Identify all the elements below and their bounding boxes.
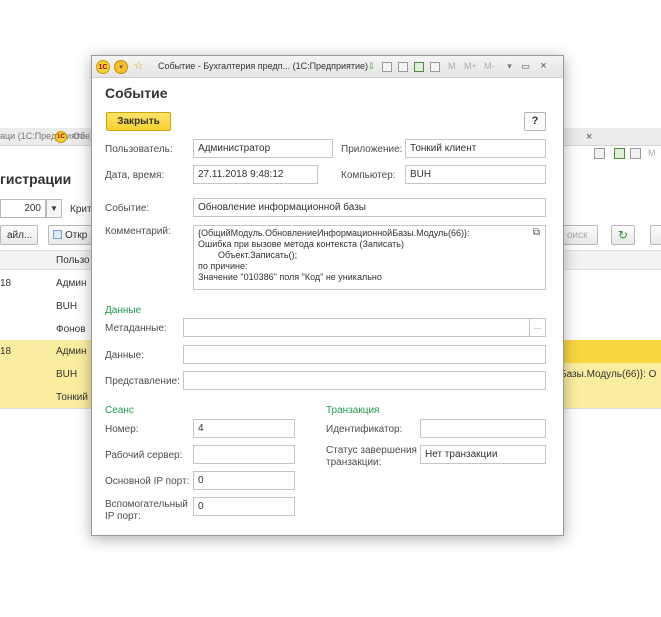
representation-label: Представление: bbox=[105, 376, 180, 387]
data-field[interactable] bbox=[183, 345, 546, 364]
comment-line: Объект.Записать(); bbox=[198, 250, 298, 260]
transaction-id-label: Идентификатор: bbox=[326, 424, 403, 435]
event-label: Событие: bbox=[105, 203, 150, 214]
aux-port-field[interactable]: 0 bbox=[193, 497, 295, 516]
star-icon[interactable]: ☆ bbox=[133, 60, 144, 73]
row-user: BUH bbox=[56, 301, 78, 312]
transaction-status-label-2: транзакции: bbox=[326, 457, 382, 468]
expand-icon[interactable]: ⧉ bbox=[529, 226, 544, 240]
memory-icon[interactable]: M bbox=[648, 148, 656, 158]
memory-minus-icon[interactable]: M- bbox=[484, 61, 495, 71]
memory-plus-icon[interactable]: M+ bbox=[464, 61, 477, 71]
user-label: Пользователь: bbox=[105, 144, 173, 155]
1c-logo-icon[interactable]: 1С bbox=[96, 60, 110, 74]
row-count-field[interactable]: 200 bbox=[0, 199, 46, 218]
open-button[interactable]: Откр bbox=[48, 225, 92, 245]
menu-icon[interactable]: ▾ bbox=[114, 60, 128, 74]
memory-icon[interactable]: M bbox=[448, 61, 456, 71]
dialog-heading: Событие bbox=[105, 85, 168, 101]
document-icon[interactable] bbox=[382, 62, 392, 72]
event-field[interactable]: Обновление информационной базы bbox=[193, 198, 546, 217]
main-port-field[interactable]: 0 bbox=[193, 471, 295, 490]
save-icon[interactable]: ⇩ bbox=[366, 60, 377, 73]
file-button[interactable]: айл... bbox=[0, 225, 38, 245]
event-dialog: 1С ▾ ☆ Событие - Бухгалтерия предп... (1… bbox=[91, 55, 564, 536]
chevron-down-icon[interactable]: ▾ bbox=[504, 60, 515, 73]
computer-label: Компьютер: bbox=[341, 170, 396, 181]
row-date: 18 bbox=[0, 346, 12, 357]
comment-label: Комментарий: bbox=[105, 226, 171, 237]
row-user: Админ bbox=[56, 346, 87, 357]
filter-label: Крит bbox=[70, 204, 92, 215]
printer-icon[interactable] bbox=[594, 148, 605, 159]
computer-field[interactable]: BUH bbox=[405, 165, 546, 184]
selected-cell-highlight bbox=[560, 340, 661, 363]
calculator-icon[interactable] bbox=[630, 148, 641, 159]
close-button[interactable]: Закрыть bbox=[106, 112, 171, 131]
background-tab-label[interactable]: Об... bbox=[73, 131, 93, 145]
data-section-title: Данные bbox=[105, 305, 142, 316]
representation-field[interactable] bbox=[183, 371, 546, 390]
row-user: BUH bbox=[56, 369, 78, 380]
printer-icon[interactable] bbox=[398, 62, 408, 72]
background-tab-icon[interactable]: 1С bbox=[55, 130, 67, 144]
row-date: 18 bbox=[0, 278, 12, 289]
refresh-icon[interactable]: ↻ bbox=[611, 225, 635, 245]
open-button-label: Откр bbox=[65, 230, 88, 241]
calendar-icon[interactable] bbox=[614, 148, 625, 159]
comment-line: {ОбщийМодуль.ОбновлениеИнформационнойБаз… bbox=[198, 228, 470, 238]
aux-port-label-1: Вспомогательный bbox=[105, 499, 188, 510]
aux-port-label-2: IP порт: bbox=[105, 511, 141, 522]
transaction-section-title: Транзакция bbox=[326, 405, 380, 416]
row-user: Тонкий bbox=[56, 392, 88, 403]
dialog-titlebar: 1С ▾ ☆ Событие - Бухгалтерия предп... (1… bbox=[92, 56, 563, 78]
user-field[interactable]: Администратор bbox=[193, 139, 333, 158]
ellipsis-icon[interactable]: … bbox=[529, 319, 545, 336]
session-number-field[interactable]: 4 bbox=[193, 419, 295, 438]
open-icon bbox=[53, 230, 62, 239]
row-comment: Базы.Модуль(66)}: О bbox=[560, 369, 657, 380]
restore-icon[interactable]: ▭ bbox=[520, 60, 531, 73]
transaction-status-label-1: Статус завершения bbox=[326, 445, 417, 456]
search-button[interactable]: оиск bbox=[560, 225, 598, 245]
metadata-label: Метаданные: bbox=[105, 323, 167, 334]
background-page-title: гистрации bbox=[0, 171, 72, 187]
main-port-label: Основной IP порт: bbox=[105, 476, 190, 487]
comment-line: Ошибка при вызове метода контекста (Запи… bbox=[198, 239, 404, 249]
metadata-field[interactable] bbox=[183, 318, 546, 337]
column-user-header[interactable]: Пользо bbox=[56, 255, 90, 266]
calculator-icon[interactable] bbox=[430, 62, 440, 72]
calendar-icon[interactable] bbox=[414, 62, 424, 72]
comment-field[interactable]: {ОбщийМодуль.ОбновлениеИнформационнойБаз… bbox=[193, 225, 546, 290]
close-icon[interactable]: × bbox=[538, 60, 549, 73]
data-label: Данные: bbox=[105, 350, 144, 361]
datetime-label: Дата, время: bbox=[105, 170, 165, 181]
more-button[interactable] bbox=[650, 225, 661, 245]
chevron-down-icon[interactable]: ▼ bbox=[46, 199, 62, 218]
dialog-window-title: Событие - Бухгалтерия предп... (1С:Предп… bbox=[158, 61, 369, 71]
row-user: Админ bbox=[56, 278, 87, 289]
comment-line: по причине: bbox=[198, 261, 248, 271]
background-close-icon[interactable]: × bbox=[586, 131, 592, 145]
transaction-status-field[interactable]: Нет транзакции bbox=[420, 445, 546, 464]
transaction-id-field[interactable] bbox=[420, 419, 546, 438]
datetime-field[interactable]: 27.11.2018 9:48:12 bbox=[193, 165, 318, 184]
row-user: Фонов bbox=[56, 324, 86, 335]
server-field[interactable] bbox=[193, 445, 295, 464]
help-button[interactable]: ? bbox=[524, 112, 546, 131]
session-section-title: Сеанс bbox=[105, 405, 134, 416]
server-label: Рабочий сервер: bbox=[105, 450, 183, 461]
comment-line: Значение "010386" поля "Код" не уникальн… bbox=[198, 272, 382, 282]
application-label: Приложение: bbox=[341, 144, 403, 155]
application-field[interactable]: Тонкий клиент bbox=[405, 139, 546, 158]
session-number-label: Номер: bbox=[105, 424, 139, 435]
